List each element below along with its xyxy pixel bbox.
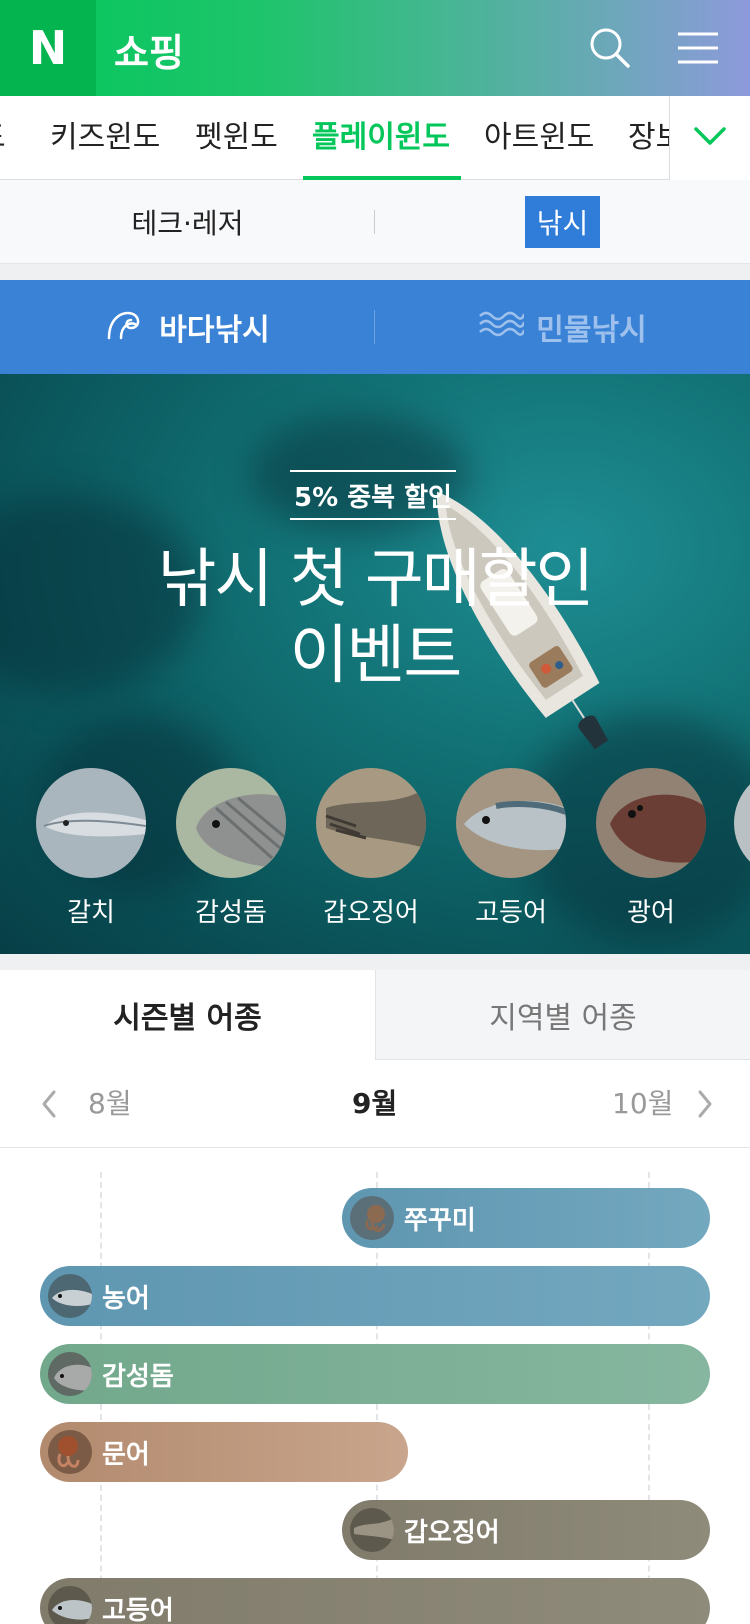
chevron-left-icon[interactable] (34, 1088, 66, 1120)
section-gap (0, 264, 750, 280)
tab-partial-left[interactable]: 드 (0, 96, 6, 179)
mackerel-fish-icon (48, 1586, 92, 1624)
fish-item-mackerel[interactable]: 고등어 (456, 768, 566, 929)
fishing-type-bar: 바다낚시 민물낚시 (0, 280, 750, 374)
fish-item-cuttlefish[interactable]: 갑오징어 (316, 768, 426, 929)
bar-label: 농어 (102, 1283, 150, 1314)
fish-label: 감성돔 (195, 898, 267, 928)
fish-icon (734, 768, 750, 878)
tab-regional-species[interactable]: 지역별 어종 (375, 970, 750, 1060)
promo-title-line1: 낚시 첫 구매할인 (157, 543, 595, 617)
promo-title-line2: 이벤트 (289, 619, 463, 693)
tab-label: 낚시 (524, 196, 601, 248)
wave-icon (105, 306, 147, 348)
tab-sea-fishing[interactable]: 바다낚시 (0, 280, 375, 374)
tab-freshwater-fishing[interactable]: 민물낚시 (375, 280, 750, 374)
hamburger-menu-icon[interactable] (674, 24, 722, 72)
chevron-down-icon (693, 125, 727, 151)
species-tabs: 시즌별 어종 지역별 어종 (0, 970, 750, 1060)
octopus-icon (48, 1430, 92, 1474)
sea-bass-fish-icon (48, 1274, 92, 1318)
black-porgy-fish-icon (48, 1352, 92, 1396)
tab-fishing[interactable]: 낚시 (375, 180, 750, 264)
app-header: N 쇼핑 (0, 0, 750, 96)
mackerel-fish-icon (456, 768, 566, 878)
fish-item-hairtail[interactable]: 갈치 (36, 768, 146, 929)
season-bar-mackerel[interactable]: 고등어 (40, 1578, 710, 1624)
fish-item-black-porgy[interactable]: 감성돔 (176, 768, 286, 929)
search-icon[interactable] (586, 24, 634, 72)
tab-art-window[interactable]: 아트윈도 (484, 96, 594, 179)
discount-badge: 5% 중복 할인 (290, 470, 456, 520)
bar-label: 갑오징어 (404, 1517, 500, 1548)
category-tabs: 드 키즈윈도 펫윈도 플레이윈도 아트윈도 장보 (0, 96, 750, 180)
fish-label: 갈치 (67, 898, 115, 928)
bar-label: 고등어 (102, 1595, 174, 1624)
bar-label: 문어 (102, 1439, 150, 1470)
fish-label: 갑오징어 (323, 898, 419, 928)
chevron-right-icon[interactable] (688, 1088, 720, 1120)
category-more-button[interactable] (669, 96, 750, 180)
flatfish-icon (596, 768, 706, 878)
webfoot-octopus-icon (350, 1196, 394, 1240)
section-gap (0, 954, 750, 970)
tab-pet-window[interactable]: 펫윈도 (195, 96, 278, 179)
ripple-icon (478, 308, 526, 346)
page-title[interactable]: 쇼핑 (114, 22, 184, 77)
promo-title: 낚시 첫 구매할인 이벤트 (0, 542, 750, 694)
tab-seasonal-species[interactable]: 시즌별 어종 (0, 970, 375, 1060)
cuttlefish-icon (316, 768, 426, 878)
season-bar-sea-bass[interactable]: 농어 (40, 1266, 710, 1326)
logo-letter: N (28, 21, 68, 75)
prev-month-label[interactable]: 8월 (88, 1060, 132, 1148)
naver-logo[interactable]: N (0, 0, 96, 96)
fish-item-flatfish[interactable]: 광어 (596, 768, 706, 929)
tab-label: 바다낚시 (159, 313, 270, 348)
bar-label: 감성돔 (102, 1361, 174, 1392)
current-month-label: 9월 (352, 1087, 398, 1120)
season-bar-webfoot-octopus[interactable]: 쭈꾸미 (342, 1188, 710, 1248)
tab-label: 테크·레저 (131, 207, 244, 240)
fish-carousel: 갈치 감성돔 갑오징어 고등어 광어 (0, 768, 750, 928)
tab-kids-window[interactable]: 키즈윈도 (50, 96, 160, 179)
promo-banner[interactable]: 5% 중복 할인 낚시 첫 구매할인 이벤트 갈치 감성돔 갑오징어 고등어 광… (0, 374, 750, 954)
sub-category-tabs: 테크·레저 낚시 (0, 180, 750, 264)
bar-label: 쭈꾸미 (404, 1205, 476, 1236)
season-bar-octopus[interactable]: 문어 (40, 1422, 408, 1482)
season-bar-cuttlefish[interactable]: 갑오징어 (342, 1500, 710, 1560)
black-porgy-fish-icon (176, 768, 286, 878)
next-month-label[interactable]: 10월 (612, 1060, 673, 1148)
tab-tech-leisure[interactable]: 테크·레저 (0, 180, 375, 264)
fish-label: 광어 (627, 898, 675, 928)
tab-label: 민물낚시 (536, 313, 647, 348)
fish-label: 고등어 (475, 898, 547, 928)
season-timeline: 쭈꾸미 농어 감성돔 문어 갑오징어 고등어 (0, 1148, 750, 1624)
month-navigator: 8월 9월 10월 (0, 1060, 750, 1148)
fish-item-partial[interactable] (734, 768, 750, 878)
cuttlefish-icon (350, 1508, 394, 1552)
hairtail-fish-icon (36, 768, 146, 878)
season-bar-black-porgy[interactable]: 감성돔 (40, 1344, 710, 1404)
tab-play-window[interactable]: 플레이윈도 (312, 96, 450, 179)
